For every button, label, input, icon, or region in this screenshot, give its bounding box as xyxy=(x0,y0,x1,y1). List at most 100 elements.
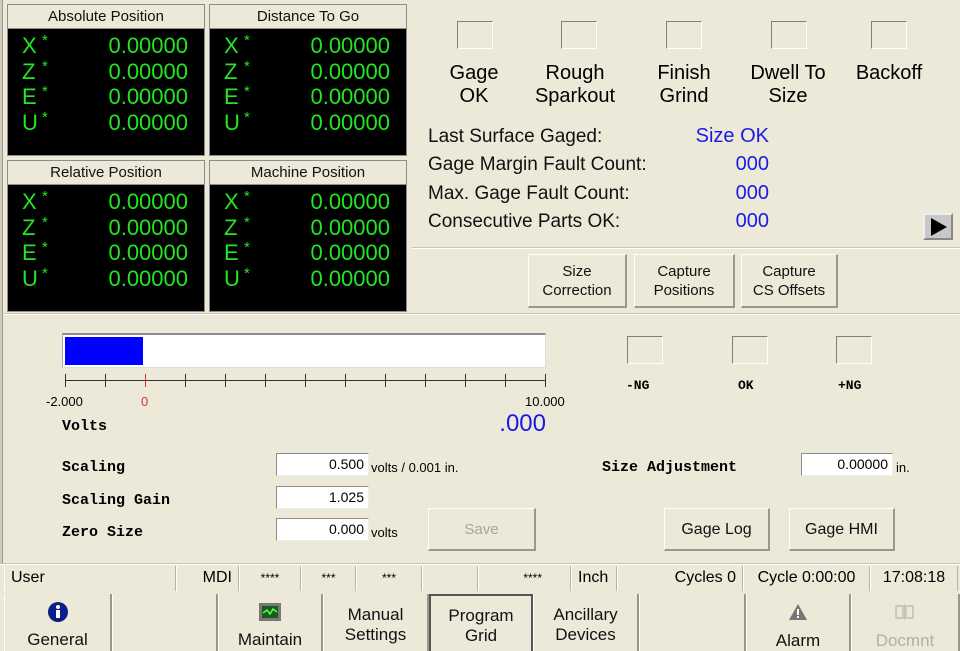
ok-label: OK xyxy=(738,378,754,393)
scale-tick xyxy=(305,374,306,387)
gage-hmi-button[interactable]: Gage HMI xyxy=(789,508,895,551)
nav-alarm[interactable]: Alarm xyxy=(746,594,851,651)
size-correction-button[interactable]: Size Correction xyxy=(528,254,627,308)
scale-tick xyxy=(545,374,546,387)
axis-row: E * 0.00000 xyxy=(210,239,406,266)
size-adjustment-input[interactable]: 0.00000 xyxy=(801,453,893,476)
nav-empty-2[interactable] xyxy=(639,594,746,651)
zero-size-input[interactable]: 0.000 xyxy=(276,518,369,541)
axis-value: 0.00000 xyxy=(310,84,390,109)
section-divider xyxy=(3,313,960,315)
axis-row: X * 0.00000 xyxy=(210,188,406,215)
capture-positions-button[interactable]: Capture Positions xyxy=(634,254,735,308)
rough-sparkout-label: Rough Sparkout xyxy=(534,62,616,107)
machine-position-title: Machine Position xyxy=(210,161,406,185)
nav-empty-1[interactable] xyxy=(112,594,218,651)
dwell-to-size-indicator xyxy=(771,21,807,49)
status-field-3: *** xyxy=(356,566,422,591)
axis-row: E * 0.00000 xyxy=(8,83,204,110)
scale-zero-label: 0 xyxy=(141,394,149,409)
status-clock: 17:08:18 xyxy=(870,566,958,591)
nav-docmnt-label: Docmnt xyxy=(875,631,935,650)
axis-row: Z * 0.00000 xyxy=(8,214,204,241)
status-cycle-time: Cycle 0:00:00 xyxy=(743,566,870,591)
axis-value: 0.00000 xyxy=(310,109,390,135)
axis-row: E * 0.00000 xyxy=(8,239,204,266)
axis-mark: * xyxy=(42,108,48,126)
axis-value: 0.00000 xyxy=(310,214,390,240)
scaling-unit: volts / 0.001 in. xyxy=(371,460,459,475)
relative-position-readout: X * 0.00000 Z * 0.00000 E * 0.00000 U * 0.00000 xyxy=(8,185,204,291)
voltage-bar xyxy=(62,333,546,368)
last-surface-gaged-value: Size OK xyxy=(695,125,769,147)
axis-mark: * xyxy=(42,83,48,100)
nav-ancillary-devices[interactable]: Ancillary Devices xyxy=(533,594,639,651)
left-frame-edge xyxy=(0,0,3,563)
nav-manual-settings-line2: Settings xyxy=(344,625,407,644)
axis-row: Z * 0.00000 xyxy=(210,214,406,241)
divider xyxy=(412,247,960,249)
backoff-indicator xyxy=(871,21,907,49)
axis-value: 0.00000 xyxy=(108,109,188,135)
zero-tick xyxy=(145,374,146,387)
axis-label: E xyxy=(22,84,37,109)
scale-tick xyxy=(185,374,186,387)
zero-size-unit: volts xyxy=(371,525,398,540)
nav-manual-settings[interactable]: Manual Settings xyxy=(323,594,429,651)
axis-label: Z xyxy=(22,58,36,84)
nav-ancillary-devices-line1: Ancillary xyxy=(553,605,618,624)
scale-tick xyxy=(465,374,466,387)
axis-mark: * xyxy=(42,213,48,231)
max-gage-fault-count-value: 000 xyxy=(735,182,769,204)
axis-mark: * xyxy=(244,32,250,49)
nav-general[interactable]: General xyxy=(4,594,112,651)
dwell-to-size-label: Dwell To Size xyxy=(750,62,826,107)
save-button[interactable]: Save xyxy=(428,508,536,551)
status-field-1: **** xyxy=(239,566,301,591)
axis-row: U * 0.00000 xyxy=(210,265,406,292)
next-page-arrow-button[interactable] xyxy=(923,213,953,240)
axis-value: 0.00000 xyxy=(108,33,188,58)
absolute-position-title: Absolute Position xyxy=(8,5,204,29)
size-adjustment-label: Size Adjustment xyxy=(602,459,738,476)
voltage-reading: .000 xyxy=(499,410,546,437)
ok-indicator xyxy=(732,336,768,364)
scaling-gain-input[interactable]: 1.025 xyxy=(276,486,369,509)
backoff-label: Backoff xyxy=(855,62,923,84)
scaling-input[interactable]: 0.500 xyxy=(276,453,369,476)
axis-label: X xyxy=(224,189,239,214)
plus-ng-label: +NG xyxy=(838,378,862,393)
scaling-label: Scaling xyxy=(62,459,126,476)
scale-tick xyxy=(345,374,346,387)
axis-mark: * xyxy=(244,188,250,205)
axis-row: U * 0.00000 xyxy=(210,109,406,136)
minus-ng-label: -NG xyxy=(626,378,650,393)
minus-ng-indicator xyxy=(627,336,663,364)
gage-margin-fault-count-label: Gage Margin Fault Count: xyxy=(428,154,647,175)
axis-mark: * xyxy=(42,188,48,205)
scale-tick xyxy=(265,374,266,387)
nav-docmnt[interactable]: Docmnt xyxy=(851,594,960,651)
nav-program-grid[interactable]: Program Grid xyxy=(429,594,533,651)
axis-value: 0.00000 xyxy=(310,189,390,214)
capture-cs-offsets-button[interactable]: Capture CS Offsets xyxy=(741,254,838,308)
document-icon xyxy=(895,604,914,620)
axis-mark: * xyxy=(42,239,48,256)
max-gage-fault-count-label: Max. Gage Fault Count: xyxy=(428,183,630,204)
size-adjustment-unit: in. xyxy=(896,460,910,475)
axis-label: E xyxy=(224,240,239,265)
absolute-position-panel: Absolute Position X * 0.00000 Z * 0.00000 E * 0.0… xyxy=(7,4,205,156)
nav-maintain[interactable]: Maintain xyxy=(218,594,323,651)
axis-label: U xyxy=(22,265,38,291)
volts-label: Volts xyxy=(62,418,108,435)
axis-mark: * xyxy=(244,213,250,231)
axis-row: Z * 0.00000 xyxy=(8,58,204,85)
warning-icon xyxy=(789,604,807,620)
axis-mark: * xyxy=(244,83,250,100)
axis-label: Z xyxy=(224,214,238,240)
axis-mark: * xyxy=(244,239,250,256)
scale-min-label: -2.000 xyxy=(46,394,83,409)
gage-log-button[interactable]: Gage Log xyxy=(664,508,770,551)
status-user: User xyxy=(4,566,176,591)
distance-to-go-panel: Distance To Go X * 0.00000 Z * 0.00000 E * 0.0000… xyxy=(209,4,407,156)
